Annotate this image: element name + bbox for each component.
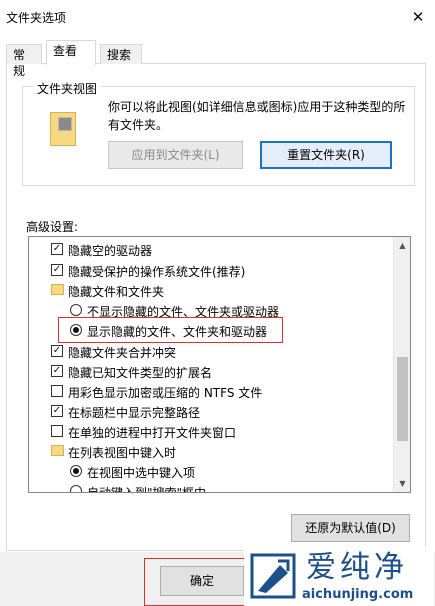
folder-views-label: 文件夹视图 [34,80,101,97]
annotation-highlight-box [58,317,283,343]
checkbox[interactable] [51,425,63,437]
apply-to-folders-button[interactable]: 应用到文件夹(L) [108,141,243,169]
radio-button[interactable] [70,485,82,492]
folder-icon [51,445,64,456]
restore-defaults-button[interactable]: 还原为默认值(D) [291,514,410,542]
setting-hide-merge-conflicts[interactable]: 隐藏文件夹合并冲突 [29,341,394,361]
title-bar: 文件夹选项 ✕ [0,0,435,34]
watermark-text: 爱纯净 [306,550,408,585]
setting-separate-process[interactable]: 在单独的进程中打开文件夹窗口 [29,421,394,441]
watermark-url: aichunjing.com [302,587,414,602]
checkbox[interactable] [51,264,63,276]
setting-hide-empty-drives[interactable]: 隐藏空的驱动器 [29,239,394,259]
setting-hide-protected-os-files[interactable]: 隐藏受保护的操作系统文件(推荐) [29,260,394,280]
advanced-settings-tree[interactable]: 隐藏空的驱动器 隐藏受保护的操作系统文件(推荐) 隐藏文件和文件夹 不显示隐藏的… [28,236,411,493]
setting-color-ntfs[interactable]: 用彩色显示加密或压缩的 NTFS 文件 [29,381,394,401]
option-select-typed-item[interactable]: 在视图中选中键入项 [29,461,394,481]
setting-hide-extensions[interactable]: 隐藏已知文件类型的扩展名 [29,361,394,381]
radio-button[interactable] [70,465,82,477]
checkbox[interactable] [51,243,63,255]
advanced-settings-label: 高级设置: [26,220,79,234]
watermark-logo-icon [250,553,296,599]
tab-general[interactable]: 常规 [6,44,42,78]
checkbox[interactable] [51,365,63,377]
setting-full-path-title[interactable]: 在标题栏中显示完整路径 [29,401,394,421]
checkbox[interactable] [51,405,63,417]
reset-folders-button[interactable]: 重置文件夹(R) [260,141,392,169]
scroll-down-arrow-icon[interactable]: ▼ [394,475,410,492]
ok-button[interactable]: 确定 [160,566,244,596]
window-title: 文件夹选项 [6,11,67,25]
close-icon[interactable]: ✕ [407,6,429,28]
checkbox[interactable] [51,345,63,357]
tab-search[interactable]: 搜索 [100,44,142,64]
checkbox[interactable] [51,385,63,397]
option-type-into-search[interactable]: 自动键入到"搜索"框中 [29,481,394,492]
folder-view-icon [50,112,76,146]
setting-group-hidden-files: 隐藏文件和文件夹 [29,280,394,300]
folder-icon [51,284,64,295]
scroll-thumb[interactable] [397,357,408,441]
setting-group-list-typing: 在列表视图中键入时 [29,441,394,461]
watermark: 爱纯净 aichunjing.com [244,547,434,606]
tab-view[interactable]: 查看 [46,40,96,65]
vertical-scrollbar[interactable]: ▲ ▼ [393,237,410,492]
scroll-up-arrow-icon[interactable]: ▲ [394,237,410,254]
folder-views-description: 你可以将此视图(如详细信息或图标)应用于这种类型的所有文件夹。 [108,100,406,132]
radio-button[interactable] [70,304,82,316]
